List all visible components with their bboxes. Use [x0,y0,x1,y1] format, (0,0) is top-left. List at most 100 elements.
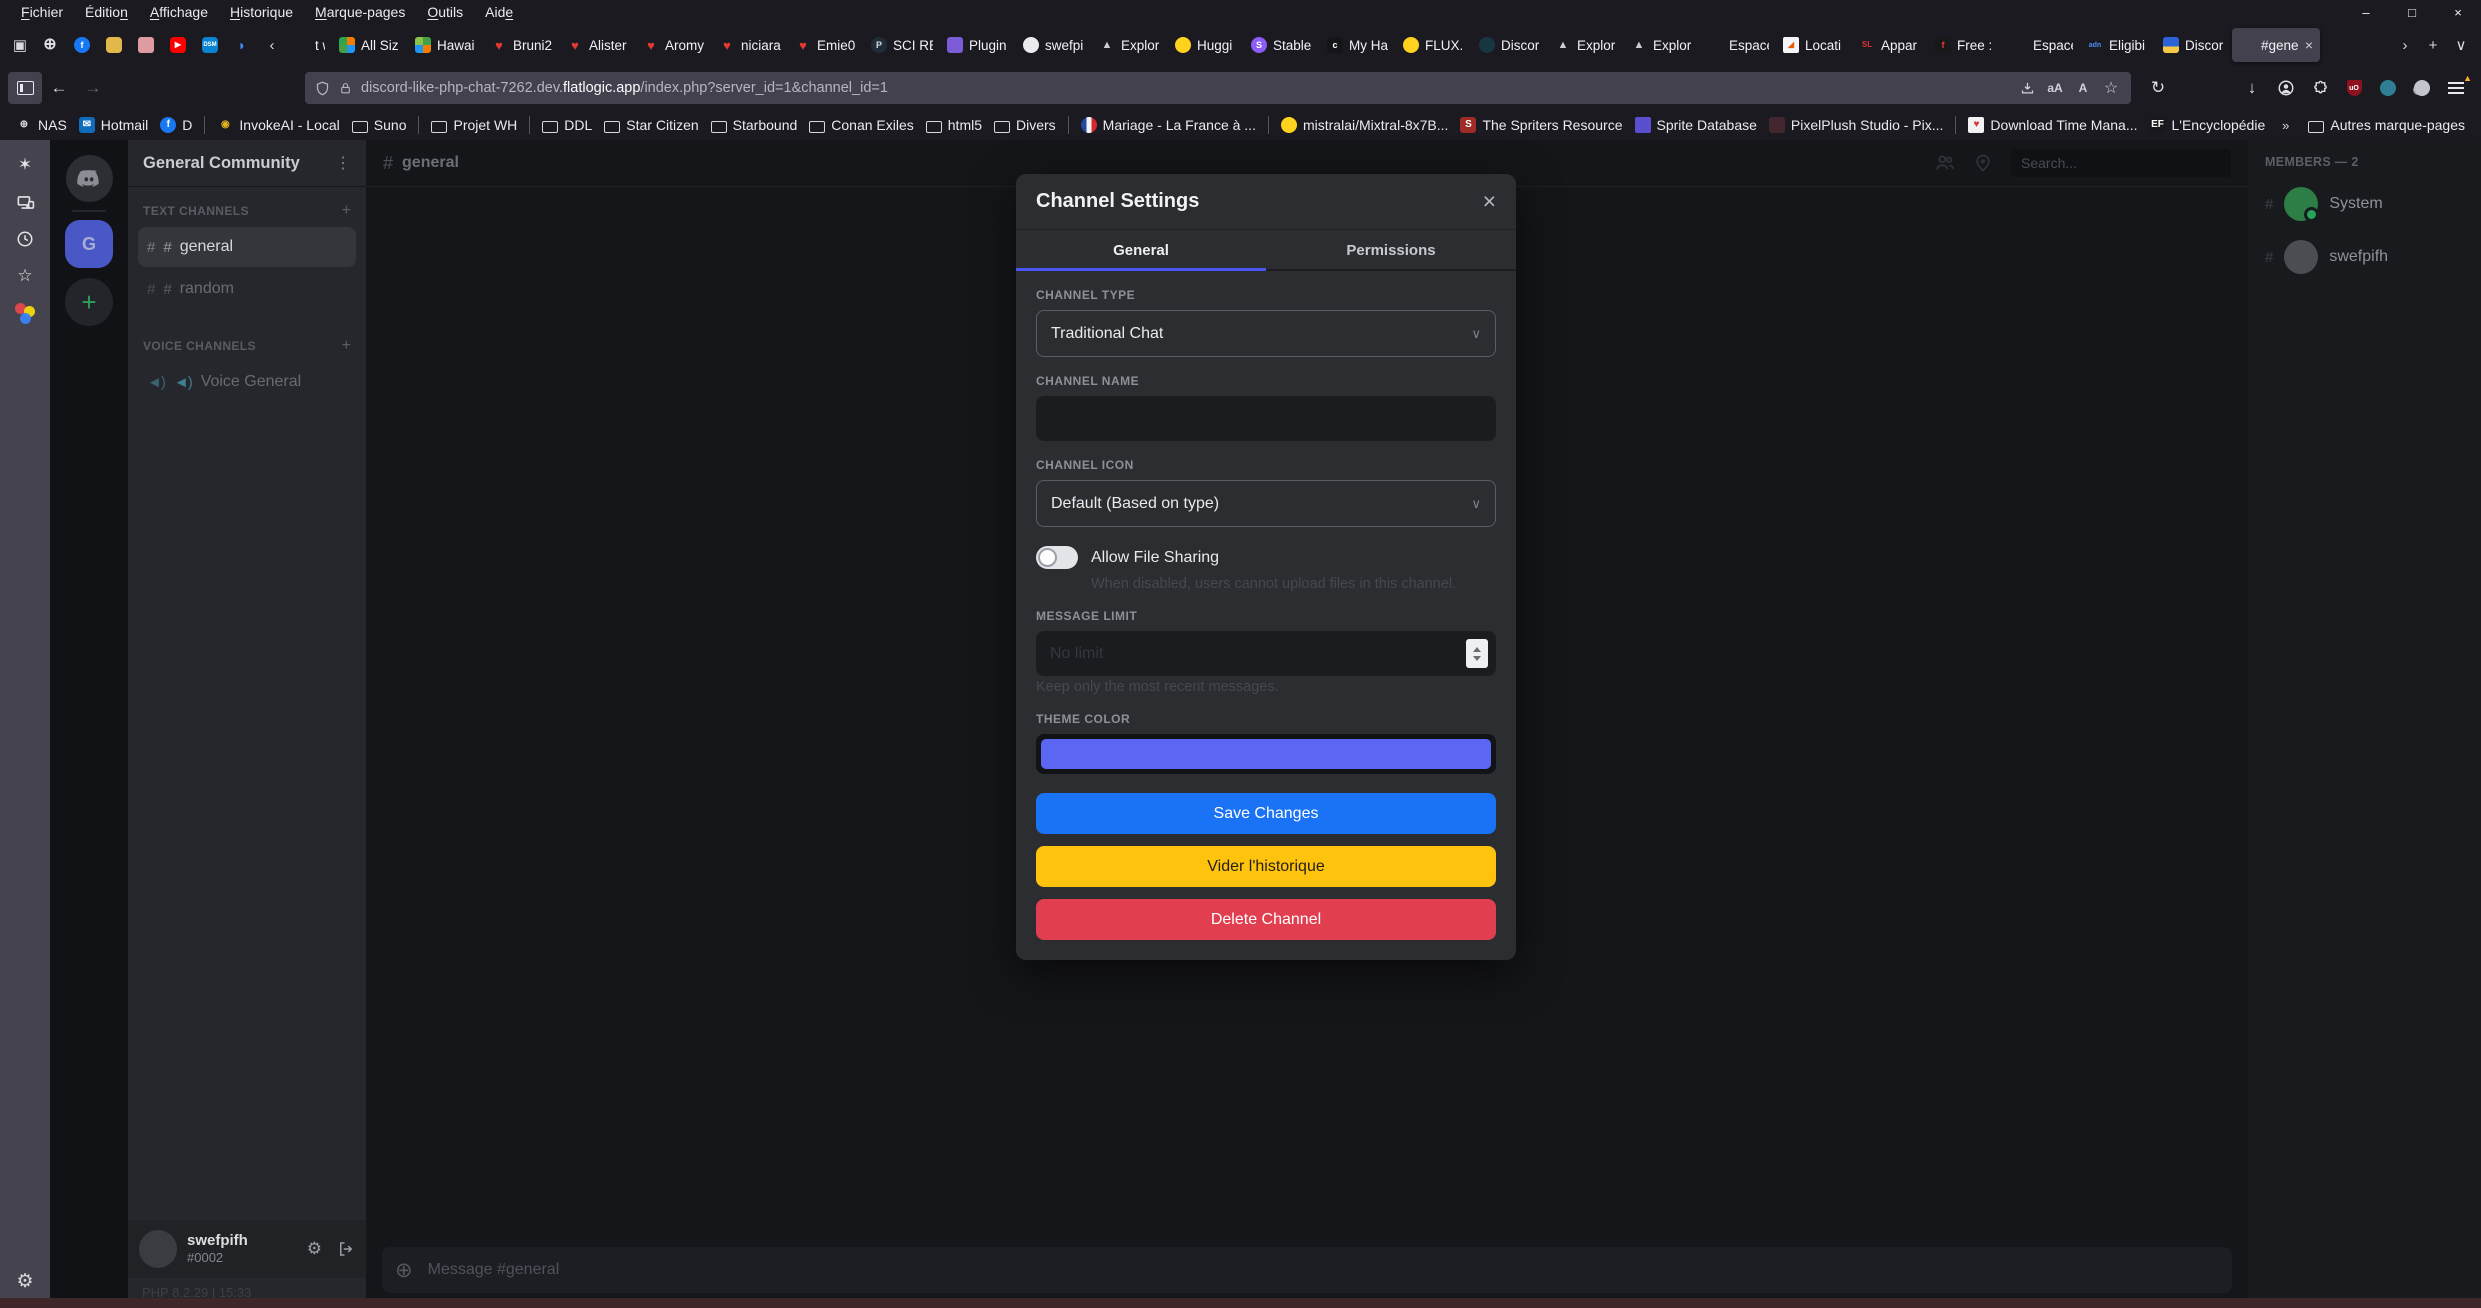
bookmark-item[interactable]: DDL [536,117,598,133]
palette-icon[interactable] [14,302,36,324]
browser-tab[interactable]: Plugin [940,28,1016,62]
firefox-view-button[interactable]: ▣ [6,31,34,59]
channel-type-select[interactable]: Traditional Chat ∨ [1036,310,1496,357]
sidebar-settings-gear-icon[interactable]: ⚙ [14,1270,36,1292]
reload-button[interactable]: ↻ [2141,72,2175,104]
modal-close-icon[interactable]: × [1483,190,1496,213]
message-limit-input[interactable] [1036,631,1496,676]
browser-tab[interactable]: Discor [1472,28,1548,62]
downloads-button[interactable]: ↓ [2235,72,2269,104]
browser-tab[interactable]: f Free : [1928,28,2004,62]
bookmarks-overflow-chevron[interactable]: » [2270,118,2302,133]
bookmark-item[interactable] [1955,116,1956,134]
logout-icon[interactable] [337,1240,355,1258]
browser-tab[interactable]: P SCI RE [864,28,940,62]
browser-tab[interactable]: adn Eligibi [2080,28,2156,62]
menu-item[interactable]: Affichage [139,4,219,20]
menu-item[interactable]: Historique [219,4,304,20]
menu-item[interactable]: Fichier [10,4,74,20]
pinned-globe-icon[interactable]: ⊕ [34,28,66,62]
channel-icon-select[interactable]: Default (Based on type) ∨ [1036,480,1496,527]
message-input[interactable] [426,1260,2219,1280]
pinned-youtube-icon[interactable]: ▶ [162,28,194,62]
tab-close-icon[interactable]: × [2305,37,2313,53]
browser-tab[interactable]: All Siz [332,28,408,62]
clear-history-button[interactable]: Vider l'historique [1036,846,1496,887]
bookmark-item[interactable]: PixelPlush Studio - Pix... [1763,117,1950,133]
browser-tab[interactable]: ▲ Explor [1548,28,1624,62]
home-discord-button[interactable] [66,155,113,202]
bookmark-item[interactable]: f D [154,117,198,133]
bookmark-item[interactable] [1068,116,1069,134]
browser-tab[interactable]: Discor [2156,28,2232,62]
extension-icon-1[interactable] [2371,72,2405,104]
other-bookmarks-folder[interactable]: Autres marque-pages [2302,117,2471,133]
add-channel-button[interactable]: + [342,202,351,220]
extension-icon-2[interactable] [2405,72,2439,104]
menu-item[interactable]: Aide [474,4,524,20]
bookmark-item[interactable]: Sprite Database [1629,117,1763,133]
browser-tab[interactable]: c My Ha [1320,28,1396,62]
bookmark-item[interactable] [418,116,419,134]
browser-tab[interactable]: #genera × [2232,28,2320,62]
browser-tab[interactable]: t will [286,28,332,62]
add-server-button[interactable]: + [65,278,113,326]
number-spinner[interactable] [1466,639,1488,668]
browser-tab[interactable]: swefpi [1016,28,1092,62]
browser-tab[interactable]: Espace clie [1700,28,1776,62]
save-to-device-icon[interactable] [2013,75,2041,101]
browser-tab[interactable]: FLUX. [1396,28,1472,62]
scroll-tabs-left-button[interactable]: ‹ [258,31,286,59]
translate-page-icon[interactable]: A [2069,75,2097,101]
scroll-tabs-right-button[interactable]: › [2391,31,2419,59]
sidebar-toggle-button[interactable] [8,72,42,104]
user-settings-gear-icon[interactable]: ⚙ [307,1239,322,1259]
bookmark-item[interactable] [1268,116,1269,134]
pin-icon[interactable] [1973,153,1993,173]
bookmark-star-icon[interactable]: ☆ [2097,75,2125,101]
member-row[interactable]: # System [2265,187,2481,221]
bookmark-item[interactable]: Star Citizen [598,117,704,133]
member-row[interactable]: # swefpifh [2265,240,2481,274]
add-attachment-icon[interactable]: ⊕ [395,1260,413,1281]
browser-tab[interactable]: ◢ Locati [1776,28,1852,62]
browser-tab[interactable]: ♥ Alister [560,28,636,62]
theme-color-input[interactable] [1036,734,1496,774]
browser-tab[interactable]: ♥ niciara [712,28,788,62]
forward-button[interactable]: → [76,72,110,104]
browser-tab[interactable]: Hawai [408,28,484,62]
bookmark-item[interactable]: Suno [346,117,413,133]
pinned-dsm-icon[interactable]: DSM [194,28,226,62]
history-clock-icon[interactable] [14,228,36,250]
bookmark-item[interactable]: ⊕ NAS [10,117,73,133]
save-changes-button[interactable]: Save Changes [1036,793,1496,834]
back-button[interactable]: ← [42,72,76,104]
menu-item[interactable]: Édition [74,4,139,20]
new-tab-button[interactable]: + [2419,31,2447,59]
ublock-extension-icon[interactable]: uO [2337,72,2371,104]
channel-item[interactable]: ## general [138,227,356,267]
pinned-gold-app-icon[interactable] [98,28,130,62]
extensions-puzzle-icon[interactable] [2303,72,2337,104]
bookmark-item[interactable] [529,116,530,134]
browser-tab[interactable]: SL Appar [1852,28,1928,62]
members-toggle-icon[interactable] [1934,152,1956,174]
translate-icon[interactable]: aA [2041,75,2069,101]
minimize-button[interactable]: – [2343,0,2389,24]
browser-tab[interactable]: ♥ Bruni2 [484,28,560,62]
pinned-d-icon[interactable]: ◗ [226,28,258,62]
bookmark-item[interactable]: Starbound [705,117,804,133]
bookmarks-star-icon[interactable]: ☆ [14,265,36,287]
ai-chatbot-icon[interactable]: ✶ [14,154,36,176]
bookmark-item[interactable]: html5 [920,117,988,133]
menu-item[interactable]: Marque-pages [304,4,416,20]
bookmark-item[interactable] [204,116,205,134]
app-menu-button[interactable]: ▲ [2439,72,2473,104]
bookmark-item[interactable]: S The Spriters Resource [1454,117,1628,133]
list-tabs-button[interactable]: ∨ [2447,31,2475,59]
channel-item[interactable]: ## random [138,269,356,309]
browser-tab[interactable]: ▲ Explor [1624,28,1700,62]
add-channel-button[interactable]: + [342,337,351,355]
bookmark-item[interactable]: mistralai/Mixtral-8x7B... [1275,117,1454,133]
bookmark-item[interactable]: Mariage - La France à ... [1075,117,1262,133]
